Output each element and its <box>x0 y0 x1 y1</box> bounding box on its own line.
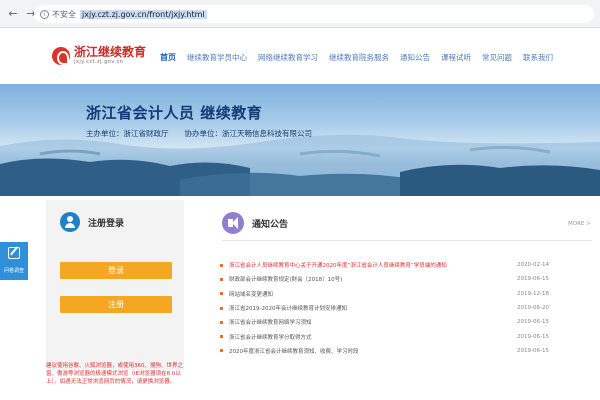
notice-date: 2019-06-15 <box>517 319 549 326</box>
notice-text[interactable]: 2020年度浙江省会计继续教育须知、收费、学习时段 <box>229 347 560 355</box>
nav-course-preview[interactable]: 课程试听 <box>441 52 471 63</box>
lake-scenery <box>0 134 600 196</box>
bullet-icon <box>220 292 223 296</box>
notices-title: 通知公告 <box>252 219 289 230</box>
notice-date: 2019-06-20 <box>517 305 549 312</box>
notice-date: 2019-12-18 <box>517 290 549 297</box>
notice-item[interactable]: 网站域名变更通知 2019-12-18 <box>220 287 560 301</box>
bullet-icon <box>220 335 223 339</box>
browser-recommendation-note: 建议使用谷歌、火狐浏览器，或使用360、搜狗、世界之窗、傲游等浏览器的极速模式浏… <box>46 363 183 385</box>
hero-banner: 浙江省会计人员 继续教育 主办单位：浙江省财政厅 协办单位：浙江天畅信息科技有限… <box>0 84 600 196</box>
banner-sponsor: 主办单位：浙江省财政厅 <box>86 129 169 138</box>
nav-student-center[interactable]: 继续教育学员中心 <box>187 52 247 63</box>
banner-organizers: 主办单位：浙江省财政厅 协办单位：浙江天畅信息科技有限公司 <box>86 128 328 139</box>
notice-date: 2020-02-14 <box>517 262 549 269</box>
notice-item[interactable]: 浙江省会计继续教育学分取得方式 2019-06-15 <box>220 329 560 343</box>
address-bar[interactable]: i 不安全 jxjy.czt.zj.gov.cn/front/jxjy.html <box>34 5 594 23</box>
survey-label: 问卷调查 <box>3 268 24 274</box>
back-icon[interactable]: ← <box>6 7 20 21</box>
nav-contact[interactable]: 联系我们 <box>523 52 553 63</box>
more-link[interactable]: MORE > <box>568 221 591 227</box>
notice-text[interactable]: 浙江省2019-2020年会计继续教育计划安排通知 <box>229 304 560 312</box>
notice-item[interactable]: 2020年度浙江省会计继续教育须知、收费、学习时段 2019-06-15 <box>220 344 560 358</box>
insecure-label: 不安全 <box>52 9 76 19</box>
notice-item[interactable]: 浙江省会计人员继续教育中心关于开通2020年度“浙江省会计人员继续教育”学员端的… <box>220 258 560 272</box>
user-icon <box>60 212 80 232</box>
bullet-icon <box>220 320 223 324</box>
bullet-icon <box>220 306 223 310</box>
nav-notices[interactable]: 通知公告 <box>400 52 430 63</box>
survey-widget[interactable]: 问卷调查 <box>0 242 28 280</box>
url-text[interactable]: jxjy.czt.zj.gov.cn/front/jxjy.html <box>80 9 207 19</box>
browser-toolbar: ← → ↻ i 不安全 jxjy.czt.zj.gov.cn/front/jxj… <box>0 0 600 28</box>
speaker-icon <box>222 212 244 234</box>
logo-icon <box>52 47 70 65</box>
main-nav: 首页 继续教育学员中心 网络继续教育学习 继续教育院务服务 通知公告 课程试听 … <box>160 52 564 63</box>
nav-home[interactable]: 首页 <box>160 52 176 63</box>
logo-title: 浙江继续教育 <box>74 45 147 59</box>
notice-item[interactable]: 财政部会计继续教育规定(财会〔2018〕10号) 2019-06-15 <box>220 272 560 286</box>
notices-header: 通知公告 <box>222 212 288 234</box>
banner-co-organizer: 协办单位：浙江天畅信息科技有限公司 <box>184 129 313 138</box>
notice-text[interactable]: 浙江省会计继续教育学分取得方式 <box>229 333 560 341</box>
notice-text[interactable]: 财政部会计继续教育规定(财会〔2018〕10号) <box>229 275 560 283</box>
login-title: 注册登录 <box>88 218 125 229</box>
site-logo[interactable]: 浙江继续教育 jxjy.czt.zj.gov.cn <box>52 46 146 66</box>
login-panel: 注册登录 登录 注册 <box>46 200 184 370</box>
notice-date: 2019-06-15 <box>517 276 549 283</box>
banner-title: 浙江省会计人员 继续教育 <box>86 104 263 122</box>
login-button[interactable]: 登录 <box>60 262 172 279</box>
bullet-icon <box>220 277 223 281</box>
edit-icon <box>8 247 20 259</box>
login-header: 注册登录 <box>60 212 124 232</box>
notice-date: 2019-06-15 <box>517 333 549 340</box>
notice-date: 2019-06-15 <box>517 347 549 354</box>
logo-subtitle: jxjy.czt.zj.gov.cn <box>74 59 124 65</box>
notice-text[interactable]: 网站域名变更通知 <box>229 290 560 298</box>
site-header: 浙江继续教育 jxjy.czt.zj.gov.cn 首页 继续教育学员中心 网络… <box>0 28 600 84</box>
notice-text[interactable]: 浙江省会计人员继续教育中心关于开通2020年度“浙江省会计人员继续教育”学员端的… <box>229 261 560 269</box>
notice-item[interactable]: 浙江省会计继续教育网络学习须知 2019-06-15 <box>220 315 560 329</box>
nav-faq[interactable]: 常见问题 <box>482 52 512 63</box>
divider <box>222 240 592 241</box>
register-button[interactable]: 注册 <box>60 296 172 313</box>
info-icon[interactable]: i <box>40 9 49 19</box>
notice-text[interactable]: 浙江省会计继续教育网络学习须知 <box>229 318 560 326</box>
bullet-icon <box>220 263 223 267</box>
nav-online-study[interactable]: 网络继续教育学习 <box>258 52 318 63</box>
nav-services[interactable]: 继续教育院务服务 <box>329 52 389 63</box>
bullet-icon <box>220 349 223 353</box>
notice-list: 浙江省会计人员继续教育中心关于开通2020年度“浙江省会计人员继续教育”学员端的… <box>220 258 560 358</box>
notice-item[interactable]: 浙江省2019-2020年会计继续教育计划安排通知 2019-06-20 <box>220 301 560 315</box>
